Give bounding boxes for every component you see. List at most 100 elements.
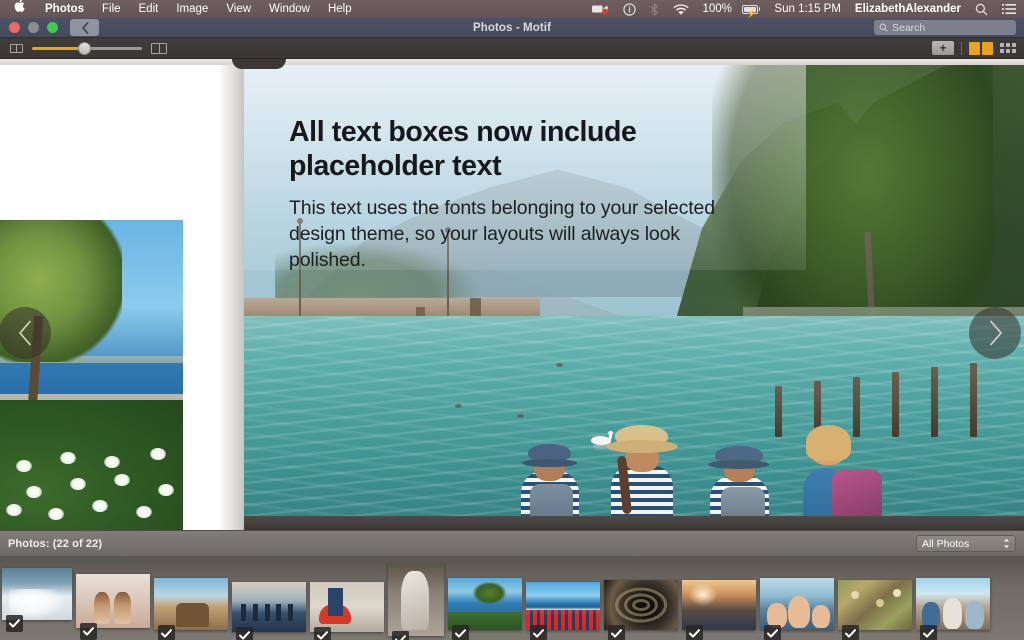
photo-source-dropdown[interactable]: All Photos: [916, 535, 1016, 552]
menu-item-image[interactable]: Image: [167, 0, 217, 18]
filmstrip-thumbnail[interactable]: [232, 582, 306, 632]
filmstrip-thumbnail[interactable]: [604, 580, 678, 630]
filmstrip-thumbnail[interactable]: [838, 580, 912, 630]
info-circle-icon[interactable]: [616, 3, 643, 16]
filmstrip-thumbnail[interactable]: [760, 578, 834, 630]
thumbnail-checkmark[interactable]: [236, 627, 253, 640]
single-page-view-icon[interactable]: [10, 44, 23, 53]
menu-item-window[interactable]: Window: [260, 0, 319, 18]
menu-bar-username[interactable]: ElizabethAlexander: [848, 0, 968, 18]
photos-app-window: Photos File Edit Image View Window Help: [0, 0, 1024, 640]
previous-page-button[interactable]: [0, 307, 51, 359]
thumbnail-image: [154, 578, 228, 630]
zoom-slider[interactable]: [32, 43, 142, 54]
apple-logo-icon[interactable]: [6, 0, 36, 17]
chevron-right-icon: [987, 320, 1004, 346]
menu-item-file[interactable]: File: [93, 0, 130, 18]
thumbnail-checkmark[interactable]: [452, 625, 469, 640]
filmstrip-thumbnail[interactable]: [916, 578, 990, 630]
split-view-icon[interactable]: [969, 42, 993, 55]
chevron-left-icon: [17, 320, 34, 346]
book-tab-notch: [232, 59, 286, 69]
screen-recording-icon[interactable]: [585, 3, 616, 15]
thumbnail-checkmark[interactable]: [314, 627, 331, 640]
book-text-block[interactable]: All text boxes now include placeholder t…: [289, 115, 759, 274]
zoom-button[interactable]: [47, 22, 58, 33]
book-body-text: This text uses the fonts belonging to yo…: [289, 196, 759, 274]
thumbnail-checkmark[interactable]: [608, 625, 625, 640]
search-input[interactable]: Search: [874, 20, 1016, 35]
toolbar-divider: [961, 42, 962, 55]
notification-center-icon[interactable]: [995, 3, 1018, 15]
book-heading: All text boxes now include placeholder t…: [289, 115, 759, 184]
thumbnail-checkmark[interactable]: [842, 625, 859, 640]
thumbnail-image: [760, 578, 834, 630]
toolbar-left-group: [0, 43, 167, 54]
thumbnail-checkmark[interactable]: [764, 625, 781, 640]
window-title-bar: Photos - Motif Search: [0, 18, 1024, 38]
thumbnail-checkmark[interactable]: [80, 623, 97, 640]
battery-percent-label: 100%: [696, 0, 739, 18]
thumbnail-checkmark[interactable]: [392, 631, 409, 640]
filmstrip-thumbnail[interactable]: [682, 580, 756, 630]
chevron-left-icon: [81, 22, 89, 34]
book-gutter-shadow: [218, 65, 244, 530]
menu-item-photos[interactable]: Photos: [36, 0, 93, 18]
menu-bar-status-items: 100% ⚡ Sun 1:15 PM ElizabethAlexander: [585, 0, 1019, 18]
photo-filmstrip[interactable]: [0, 556, 1024, 640]
menu-item-help[interactable]: Help: [319, 0, 361, 18]
close-button[interactable]: [9, 22, 20, 33]
book-top-edge: [0, 59, 1024, 65]
filmstrip-thumbnail[interactable]: [526, 582, 600, 630]
left-page-photo: [0, 220, 183, 530]
thumbnail-image: [2, 568, 72, 620]
filmstrip-thumbnail[interactable]: [310, 582, 384, 632]
filmstrip-thumbnail[interactable]: [2, 568, 72, 620]
thumbnail-image: [526, 582, 600, 630]
thumbnail-image: [448, 578, 522, 630]
menu-bar-items: Photos File Edit Image View Window Help: [6, 0, 361, 18]
window-controls: [0, 22, 58, 33]
add-page-button[interactable]: +: [932, 41, 954, 55]
thumbnail-image: [388, 564, 444, 636]
photos-count-label: Photos: (22 of 22): [8, 538, 102, 550]
battery-charging-icon[interactable]: ⚡: [739, 5, 768, 14]
system-menu-bar: Photos File Edit Image View Window Help: [0, 0, 1024, 18]
filmstrip-thumbnail[interactable]: [76, 574, 150, 628]
filmstrip-thumbnail[interactable]: [448, 578, 522, 630]
thumbnail-checkmark[interactable]: [158, 625, 175, 640]
thumbnail-image: [232, 582, 306, 632]
thumbnail-checkmark[interactable]: [530, 625, 547, 640]
wifi-icon[interactable]: [666, 3, 696, 15]
book-page-right[interactable]: All text boxes now include placeholder t…: [244, 65, 1024, 530]
next-page-button[interactable]: [969, 307, 1021, 359]
search-placeholder: Search: [892, 22, 925, 34]
back-button[interactable]: [70, 19, 99, 36]
bluetooth-icon[interactable]: [643, 3, 666, 16]
minimize-button[interactable]: [28, 22, 39, 33]
thumbnail-image: [916, 578, 990, 630]
menu-bar-clock[interactable]: Sun 1:15 PM: [767, 0, 847, 18]
thumbnail-image: [310, 582, 384, 632]
thumbnail-image: [604, 580, 678, 630]
thumbnail-checkmark[interactable]: [686, 625, 703, 640]
two-page-view-icon[interactable]: [151, 43, 167, 54]
toolbar-right-group: +: [932, 41, 1024, 55]
photo-source-value: All Photos: [922, 538, 969, 550]
zoom-slider-knob[interactable]: [78, 42, 91, 55]
filmstrip-thumbnail[interactable]: [388, 564, 444, 636]
book-page-left[interactable]: [0, 65, 244, 530]
thumbnail-checkmark[interactable]: [6, 615, 23, 632]
book-canvas: All text boxes now include placeholder t…: [0, 59, 1024, 530]
menu-item-view[interactable]: View: [217, 0, 260, 18]
grid-view-icon[interactable]: [1000, 43, 1016, 53]
menu-item-edit[interactable]: Edit: [130, 0, 168, 18]
thumbnail-image: [682, 580, 756, 630]
people-group: [501, 418, 891, 530]
spotlight-search-icon[interactable]: [968, 3, 995, 16]
status-bar: Photos: (22 of 22) All Photos: [0, 530, 1024, 556]
filmstrip-thumbnail[interactable]: [154, 578, 228, 630]
thumbnail-checkmark[interactable]: [920, 625, 937, 640]
apple-logo-glyph: [14, 0, 25, 12]
app-toolbar: +: [0, 38, 1024, 59]
